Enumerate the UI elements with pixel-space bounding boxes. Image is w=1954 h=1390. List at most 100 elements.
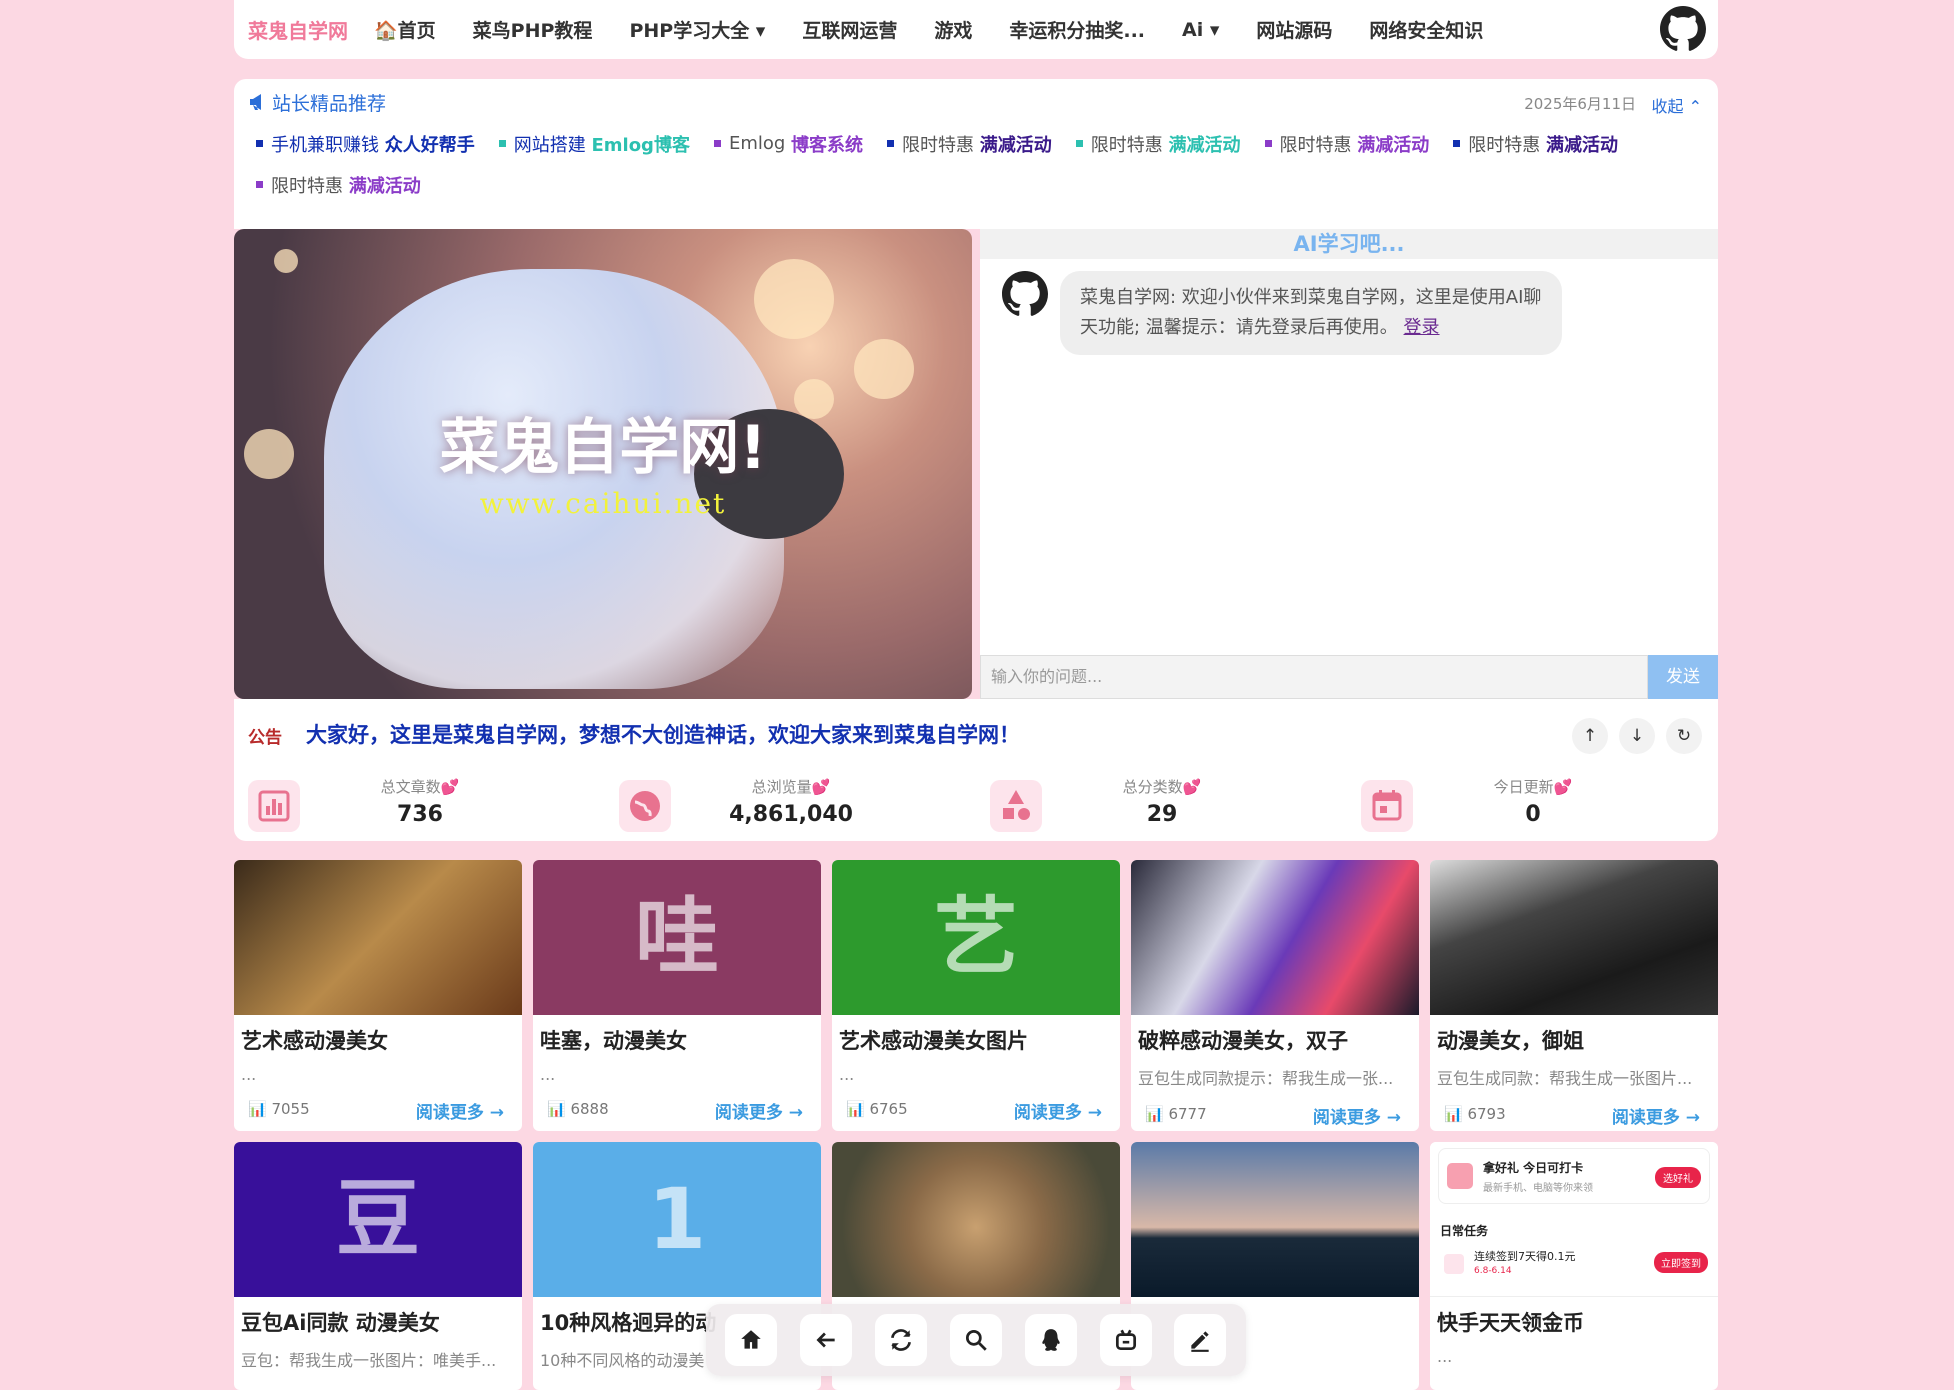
refresh-icon[interactable] xyxy=(875,1314,928,1366)
promo-box: 拿好礼 今日可打卡 最新手机、电脑等你来领 选好礼 xyxy=(1438,1148,1710,1204)
article-card[interactable]: 拿好礼 今日可打卡 最新手机、电脑等你来领 选好礼 日常任务 连续签到7天得0.… xyxy=(1430,1142,1718,1390)
link-text: 限时特惠 xyxy=(1468,134,1541,156)
stat-total-categories: 总分类数💕 29 xyxy=(976,774,1348,834)
search-icon[interactable] xyxy=(949,1314,1002,1366)
article-card[interactable]: 破粹感动漫美女，双子 豆包生成同款提示：帮我生成一张... 📊 6777 阅读更多… xyxy=(1131,860,1419,1131)
recommend-links: 手机兼职赚钱 众人好帮手 网站搭建 Emlog博客 Emlog 博客系统 限时特… xyxy=(248,123,1704,205)
recommend-link[interactable]: 限时特惠 满减活动 xyxy=(887,123,1052,164)
promo-task: 连续签到7天得0.1元 xyxy=(1474,1250,1576,1263)
nav-php-all[interactable]: PHP学习大全 ▾ xyxy=(629,16,765,43)
qq-icon[interactable] xyxy=(1024,1314,1077,1366)
stat-total-articles: 总文章数💕 736 xyxy=(234,774,606,834)
card-title[interactable]: 哇塞，动漫美女 xyxy=(533,1015,821,1055)
edit-icon[interactable] xyxy=(1174,1314,1227,1366)
bullet-icon xyxy=(256,181,263,188)
bullet-icon xyxy=(498,140,506,147)
thumbnail-glyph: 1 xyxy=(647,1170,707,1268)
scroll-down-button[interactable]: ↓ xyxy=(1619,718,1655,754)
article-card[interactable]: 艺 艺术感动漫美女图片 ... 📊 6765 阅读更多 → xyxy=(832,860,1120,1131)
read-more-link[interactable]: 阅读更多 → xyxy=(1313,1103,1401,1128)
promo-badge[interactable]: 选好礼 xyxy=(1655,1167,1701,1188)
read-more-link[interactable]: 阅读更多 → xyxy=(1014,1098,1102,1123)
stat-label: 总文章数💕 xyxy=(380,778,460,796)
nav-security[interactable]: 网络安全知识 xyxy=(1369,16,1483,43)
card-title[interactable]: 艺术感动漫美女 xyxy=(234,1015,522,1055)
stat-label: 总分类数💕 xyxy=(1122,778,1202,796)
read-more-link[interactable]: 阅读更多 → xyxy=(715,1098,803,1123)
article-card[interactable]: 哇 哇塞，动漫美女 ... 📊 6888 阅读更多 → xyxy=(533,860,821,1131)
checkin-button[interactable]: 立即签到 xyxy=(1654,1252,1708,1273)
recommend-link[interactable]: Emlog 博客系统 xyxy=(713,123,863,164)
read-more-link[interactable]: 阅读更多 → xyxy=(1612,1103,1700,1128)
recommend-link[interactable]: 网站搭建 Emlog博客 xyxy=(498,123,690,164)
ai-question-input[interactable]: 输入你的问题... xyxy=(980,655,1648,699)
back-icon[interactable] xyxy=(800,1314,853,1366)
link-highlight: 满减活动 xyxy=(1545,134,1618,156)
view-count: 📊 6777 xyxy=(1145,1105,1207,1123)
notice-stats-panel: 公告 大家好，这里是菜鬼自学网，梦想不大创造神话，欢迎大家来到菜鬼自学网！ ↑ … xyxy=(234,699,1718,841)
bullet-icon xyxy=(1075,140,1083,147)
link-highlight: Emlog博客 xyxy=(591,134,690,156)
nav-games[interactable]: 游戏 xyxy=(934,16,972,43)
robot-icon[interactable] xyxy=(1099,1314,1152,1366)
card-desc: ... xyxy=(839,1065,855,1084)
recommend-panel: 站长精品推荐 2025年6月11日 收起 ⌃ 手机兼职赚钱 众人好帮手 网站搭建… xyxy=(234,79,1718,229)
recommend-link[interactable]: 限时特惠 满减活动 xyxy=(1075,123,1241,164)
view-count: 📊 6765 xyxy=(846,1100,908,1118)
promo-headline: 拿好礼 今日可打卡 xyxy=(1483,1161,1584,1175)
collapse-button[interactable]: 收起 ⌃ xyxy=(1652,93,1703,117)
recommend-link[interactable]: 限时特惠 满减活动 xyxy=(1264,123,1430,164)
card-title[interactable]: 快手天天领金币 xyxy=(1430,1297,1718,1337)
card-thumbnail xyxy=(1430,860,1718,1015)
stat-value: 0 xyxy=(1525,802,1541,827)
send-button[interactable]: 发送 xyxy=(1648,655,1718,699)
nav-home[interactable]: 🏠首页 xyxy=(374,16,436,43)
card-desc: ... xyxy=(1437,1347,1453,1366)
article-card[interactable]: 艺术感动漫美女 ... 📊 7055 阅读更多 → xyxy=(234,860,522,1131)
card-title[interactable]: 豆包Ai同款 动漫美女 xyxy=(234,1297,522,1337)
card-desc: 豆包：帮我生成一张图片：唯美手... xyxy=(241,1351,497,1370)
recommend-link[interactable]: 限时特惠 满减活动 xyxy=(256,164,421,205)
read-more-link[interactable]: 阅读更多 → xyxy=(416,1098,504,1123)
hero-url: www.caihui.net xyxy=(479,487,727,520)
article-card[interactable]: 豆 豆包Ai同款 动漫美女 豆包：帮我生成一张图片：唯美手... xyxy=(234,1142,522,1390)
article-card[interactable]: 动漫美女，御姐 豆包生成同款：帮我生成一张图片... 📊 6793 阅读更多 → xyxy=(1430,860,1718,1131)
bokeh-light xyxy=(854,339,914,399)
nav-lottery[interactable]: 幸运积分抽奖... xyxy=(1009,16,1145,43)
hero-banner[interactable]: 菜鬼自学网! www.caihui.net xyxy=(234,229,972,699)
card-title[interactable]: 破粹感动漫美女，双子 xyxy=(1131,1015,1419,1055)
link-text: 手机兼职赚钱 xyxy=(271,134,379,156)
floating-toolbar xyxy=(706,1304,1246,1376)
view-count: 📊 6888 xyxy=(547,1100,609,1118)
bullet-icon xyxy=(713,140,721,147)
hero-title: 菜鬼自学网! xyxy=(439,413,767,483)
link-highlight: 满减活动 xyxy=(1357,134,1430,156)
stat-value: 4,861,040 xyxy=(729,802,853,827)
link-text: 限时特惠 xyxy=(902,134,975,156)
recommend-link[interactable]: 手机兼职赚钱 众人好帮手 xyxy=(256,123,475,164)
nav-php-tutorial[interactable]: 菜鸟PHP教程 xyxy=(473,16,593,43)
nav-source-code[interactable]: 网站源码 xyxy=(1256,16,1332,43)
recommend-date: 2025年6月11日 xyxy=(1524,95,1636,113)
stat-today-updates: 今日更新💕 0 xyxy=(1347,774,1719,834)
scroll-up-button[interactable]: ↑ xyxy=(1572,718,1608,754)
github-icon[interactable] xyxy=(1660,6,1706,52)
refresh-notice-button[interactable]: ↻ xyxy=(1666,718,1702,754)
link-text: 限时特惠 xyxy=(1279,134,1352,156)
card-title[interactable]: 艺术感动漫美女图片 xyxy=(832,1015,1120,1055)
thumbnail-glyph: 豆 xyxy=(335,1170,420,1268)
nav-internet-ops[interactable]: 互联网运营 xyxy=(802,16,897,43)
login-link[interactable]: 登录 xyxy=(1404,317,1440,338)
github-avatar-icon xyxy=(1002,271,1048,316)
bullet-icon xyxy=(256,140,263,147)
card-title[interactable]: 动漫美女，御姐 xyxy=(1430,1015,1718,1055)
gift-icon xyxy=(1447,1163,1473,1189)
home-icon[interactable] xyxy=(725,1314,778,1366)
recommend-link[interactable]: 限时特惠 满减活动 xyxy=(1453,123,1618,164)
card-desc: 豆包生成同款：帮我生成一张图片... xyxy=(1437,1069,1693,1088)
link-text: 限时特惠 xyxy=(1090,134,1163,156)
card-thumbnail xyxy=(234,860,522,1015)
brand-logo[interactable]: 菜鬼自学网 xyxy=(248,15,348,44)
nav-ai[interactable]: Ai ▾ xyxy=(1182,19,1219,41)
megaphone-icon xyxy=(250,94,261,110)
